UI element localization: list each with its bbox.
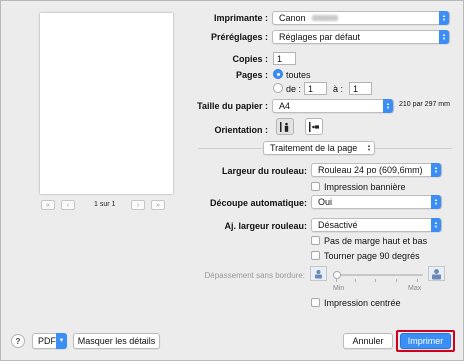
chevron-updown-icon: ▲ ▼ [439,11,449,25]
printer-label: Imprimante : [213,13,268,23]
roll-width-select[interactable]: Rouleau 24 po (609,6mm) ▲ ▼ [311,163,442,177]
borderless-min-icon [310,266,327,281]
slider-max-label: Max [408,285,422,292]
roll-adjust-value: Désactivé [318,220,358,230]
presets-label: Préréglages : [210,32,268,42]
paper-size-value: A4 [279,101,291,111]
help-button[interactable]: ? [11,334,25,348]
help-icon: ? [15,336,21,346]
rotate-checkbox[interactable] [311,251,320,260]
roll-adjust-label: Aj. largeur rouleau: [224,221,307,231]
pdf-label: PDF [38,336,56,346]
pages-label: Pages : [235,70,268,80]
section-select[interactable]: Traitement de la page ▲ ▼ [263,141,375,155]
previous-page-icon: ‹ [66,201,70,209]
chevron-updown-icon: ▲ ▼ [431,195,441,209]
slider-tick [417,279,418,282]
slider-tick [396,279,397,282]
pages-to-field[interactable]: 1 [349,82,372,95]
previous-page-button[interactable]: ‹ [61,200,75,210]
last-page-icon: » [156,201,160,209]
chevron-updown-icon: ▲ ▼ [367,143,371,152]
no-margin-checkbox[interactable] [311,236,320,245]
pages-all-radio[interactable] [273,69,283,79]
person-icon [432,268,441,279]
no-margin-label: Pas de marge haut et bas [324,236,428,246]
auto-cut-label: Découpe automatique: [209,198,307,208]
pages-all-label: toutes [286,70,311,80]
slider-tick [355,279,356,282]
roll-adjust-select[interactable]: Désactivé ▲ ▼ [311,218,442,232]
section-value: Traitement de la page [270,143,358,153]
cancel-button[interactable]: Annuler [343,333,393,349]
orientation-landscape-button[interactable] [305,118,323,135]
printer-name-redacted [311,15,338,21]
printer-select[interactable]: Canon ▲ ▼ [272,11,450,25]
portrait-icon [280,121,289,132]
paper-size-dimensions: 210 par 297 mm [399,101,450,108]
page-counter: 1 sur 1 [94,201,116,208]
centered-label: Impression centrée [324,298,401,308]
print-button[interactable]: Imprimer [400,333,451,349]
auto-cut-select[interactable]: Oui ▲ ▼ [311,195,442,209]
roll-width-value: Rouleau 24 po (609,6mm) [318,165,423,175]
next-page-icon: › [136,201,140,209]
pages-from-field[interactable]: 1 [304,82,327,95]
chevron-updown-icon: ▲ ▼ [431,218,441,232]
chevron-updown-icon: ▲ ▼ [383,99,393,113]
presets-select[interactable]: Réglages par défaut ▲ ▼ [272,30,450,44]
first-page-button[interactable]: « [41,200,55,210]
banner-label: Impression bannière [324,182,406,192]
landscape-icon [309,121,319,132]
orientation-portrait-button[interactable] [276,118,294,135]
last-page-button[interactable]: » [151,200,165,210]
pdf-menu-button[interactable]: PDF ▼ [32,333,67,349]
banner-checkbox[interactable] [311,182,320,191]
presets-value: Réglages par défaut [279,32,361,42]
slider-min-label: Min [333,285,345,292]
pages-from-label: de : [286,84,302,94]
orientation-label: Orientation : [214,125,269,135]
slider-tick [336,279,337,282]
centered-checkbox[interactable] [311,298,320,307]
copies-label: Copies : [232,54,268,64]
chevron-updown-icon: ▲ ▼ [439,30,449,44]
paper-size-label: Taille du papier : [197,101,268,111]
hide-details-button[interactable]: Masquer les détails [73,333,160,349]
chevron-updown-icon: ▲ ▼ [431,163,441,177]
person-icon [315,269,322,278]
printer-value: Canon [279,13,306,23]
borderless-slider[interactable] [333,274,423,276]
rotate-label: Tourner page 90 degrés [324,251,420,261]
pages-to-label: à : [333,84,344,94]
next-page-button[interactable]: › [131,200,145,210]
paper-size-select[interactable]: A4 ▲ ▼ [272,99,394,113]
roll-width-label: Largeur du rouleau: [221,166,307,176]
pages-range-radio[interactable] [273,83,283,93]
copies-field[interactable]: 1 [273,52,296,65]
borderless-max-icon [428,266,445,281]
auto-cut-value: Oui [318,197,333,207]
page-preview [40,13,173,194]
first-page-icon: « [46,201,50,209]
slider-tick [375,279,376,282]
borderless-label: Dépassement sans bordure: [204,271,306,280]
chevron-down-icon: ▼ [56,333,67,349]
borderless-slider-knob[interactable] [333,271,341,279]
